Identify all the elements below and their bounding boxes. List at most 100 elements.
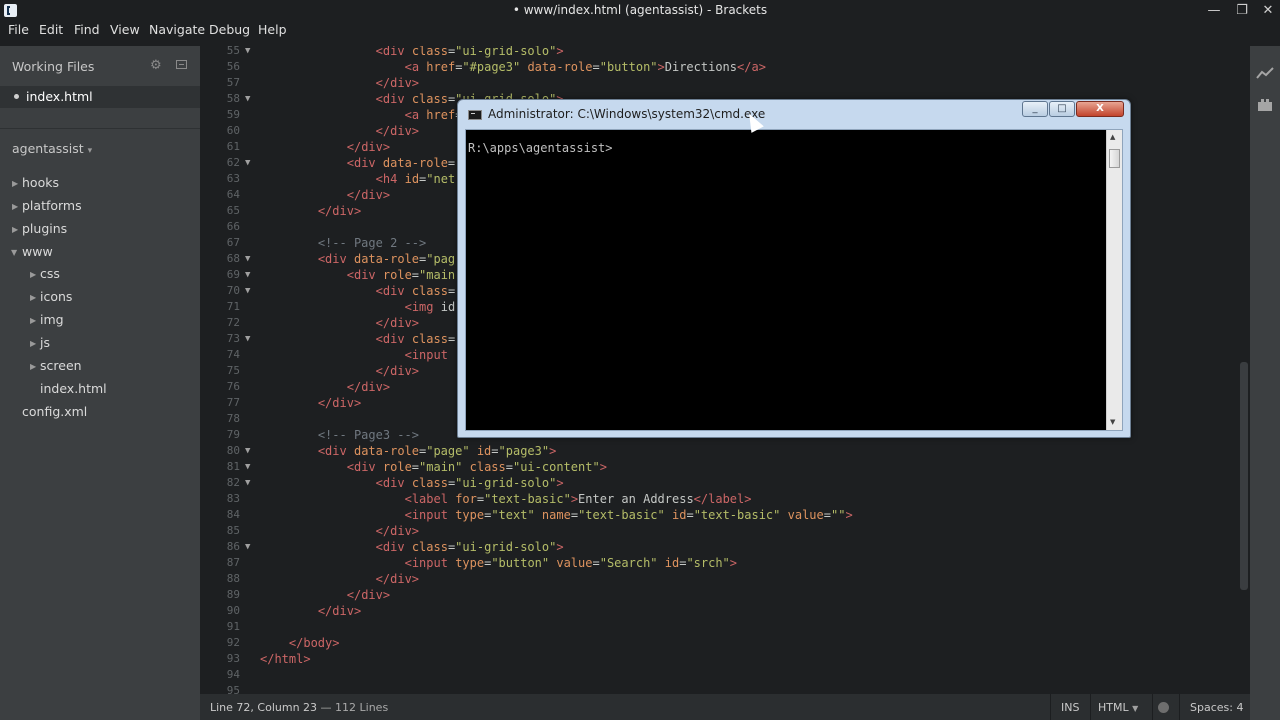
code-line[interactable]: 55 ▼ <div class="ui-grid-solo"> [200, 46, 1250, 59]
caret-down-icon: ▼ [1132, 704, 1139, 713]
menu-edit[interactable]: Edit [39, 22, 63, 46]
code-text: </body> [288, 636, 340, 650]
menu-help[interactable]: Help [258, 22, 287, 46]
project-dropdown[interactable]: agentassist ▾ [12, 141, 92, 156]
language-label: HTML [1098, 701, 1129, 714]
code-text: <div data-role="pag [317, 252, 456, 266]
fold-toggle-icon[interactable]: ▼ [245, 251, 250, 267]
menu-file[interactable]: File [8, 22, 29, 46]
fold-toggle-icon[interactable]: ▼ [245, 459, 250, 475]
tree-folder-hooks[interactable]: hooks [22, 175, 59, 190]
menu-view[interactable]: View [110, 22, 140, 46]
menu-navigate[interactable]: Navigate [149, 22, 205, 46]
code-text: </div> [346, 140, 391, 154]
caret-right-icon[interactable]: ▶ [12, 202, 18, 211]
lint-status-icon[interactable] [1158, 702, 1169, 713]
cmd-scroll-thumb[interactable] [1109, 149, 1120, 168]
code-line[interactable]: 89 </div> [200, 587, 1250, 603]
code-line[interactable]: 95 [200, 683, 1250, 694]
cmd-maximize-button[interactable]: □ [1049, 101, 1075, 117]
tree-folder-icons[interactable]: icons [40, 289, 72, 304]
split-view-icon[interactable] [176, 60, 187, 69]
live-preview-icon[interactable] [1256, 66, 1274, 80]
code-line[interactable]: 85 </div> [200, 523, 1250, 539]
close-button[interactable]: ✕ [1254, 2, 1280, 20]
caret-right-icon[interactable]: ▶ [12, 179, 18, 188]
code-line[interactable]: 88 </div> [200, 571, 1250, 587]
caret-down-icon[interactable]: ▼ [11, 248, 17, 257]
cmd-close-button[interactable]: X [1076, 101, 1124, 117]
code-line[interactable]: 56 <a href="#page3" data-role="button">Di… [200, 59, 1250, 75]
code-line[interactable]: 92 </body> [200, 635, 1250, 651]
tree-folder-screen[interactable]: screen [40, 358, 82, 373]
tree-folder-www[interactable]: www [22, 244, 53, 259]
code-line[interactable]: 82 ▼ <div class="ui-grid-solo"> [200, 475, 1250, 491]
code-text: <img id [404, 300, 456, 314]
code-line[interactable]: 87 <input type="button" value="Search" id… [200, 555, 1250, 571]
caret-right-icon[interactable]: ▶ [30, 362, 36, 371]
cmd-scrollbar[interactable]: ▲ ▼ [1106, 130, 1122, 430]
fold-toggle-icon[interactable]: ▼ [245, 475, 250, 491]
code-text: <div class="ui-grid-solo"> [375, 46, 564, 58]
fold-toggle-icon[interactable]: ▼ [245, 331, 250, 347]
insert-mode-toggle[interactable]: INS [1061, 701, 1079, 714]
menu-find[interactable]: Find [74, 22, 100, 46]
fold-toggle-icon[interactable]: ▼ [245, 443, 250, 459]
code-line[interactable]: 57 </div> [200, 75, 1250, 91]
menu-bar: File Edit Find View Navigate Debug Help [0, 22, 1280, 46]
line-number: 62 [226, 156, 240, 169]
fold-toggle-icon[interactable]: ▼ [245, 155, 250, 171]
cursor-position: Line 72, Column 23 — 112 Lines [210, 701, 388, 714]
code-line[interactable]: 94 [200, 667, 1250, 683]
editor-scroll-thumb[interactable] [1240, 362, 1248, 590]
line-number: 75 [226, 364, 240, 377]
right-toolbar [1250, 46, 1280, 720]
code-line[interactable]: 83 <label for="text-basic">Enter an Addre… [200, 491, 1250, 507]
tree-folder-img[interactable]: img [40, 312, 64, 327]
fold-toggle-icon[interactable]: ▼ [245, 283, 250, 299]
caret-right-icon[interactable]: ▶ [30, 339, 36, 348]
code-text: </div> [317, 396, 362, 410]
code-line[interactable]: 80 ▼ <div data-role="page" id="page3"> [200, 443, 1250, 459]
code-line[interactable]: 93 </html> [200, 651, 1250, 667]
code-line[interactable]: 91 [200, 619, 1250, 635]
maximize-button[interactable]: ❐ [1228, 2, 1256, 20]
code-line[interactable]: 81 ▼ <div role="main" class="ui-content"> [200, 459, 1250, 475]
cmd-title-bar[interactable]: Administrator: C:\Windows\system32\cmd.e… [458, 100, 1130, 128]
fold-toggle-icon[interactable]: ▼ [245, 91, 250, 107]
cmd-minimize-button[interactable]: _ [1022, 101, 1048, 117]
extension-manager-icon[interactable] [1256, 98, 1274, 112]
language-selector[interactable]: HTML ▼ [1098, 701, 1138, 714]
code-text: </html> [260, 652, 311, 666]
tree-file-config-xml[interactable]: config.xml [22, 404, 87, 419]
code-text: </div> [317, 604, 362, 618]
sidebar-divider [0, 128, 200, 129]
caret-right-icon[interactable]: ▶ [30, 293, 36, 302]
cmd-window[interactable]: Administrator: C:\Windows\system32\cmd.e… [457, 99, 1131, 438]
cmd-console[interactable]: R:\apps\agentassist> ▲ ▼ [465, 129, 1123, 431]
minimize-button[interactable]: — [1200, 2, 1228, 20]
scroll-down-icon[interactable]: ▼ [1110, 418, 1115, 426]
tree-folder-platforms[interactable]: platforms [22, 198, 82, 213]
menu-debug[interactable]: Debug [209, 22, 250, 46]
code-line[interactable]: 90 </div> [200, 603, 1250, 619]
tree-folder-css[interactable]: css [40, 266, 60, 281]
gear-icon[interactable]: ⚙ [150, 58, 162, 73]
fold-toggle-icon[interactable]: ▼ [245, 539, 250, 555]
caret-right-icon[interactable]: ▶ [30, 316, 36, 325]
line-number: 89 [226, 588, 240, 601]
tree-file-index-html[interactable]: index.html [40, 381, 107, 396]
tree-folder-js[interactable]: js [40, 335, 50, 350]
caret-right-icon[interactable]: ▶ [30, 270, 36, 279]
code-line[interactable]: 84 <input type="text" name="text-basic" i… [200, 507, 1250, 523]
line-number: 64 [226, 188, 240, 201]
working-file-index-html[interactable]: index.html [26, 89, 93, 104]
code-line[interactable]: 86 ▼ <div class="ui-grid-solo"> [200, 539, 1250, 555]
tree-folder-plugins[interactable]: plugins [22, 221, 67, 236]
indent-setting[interactable]: Spaces: 4 [1190, 701, 1243, 714]
fold-toggle-icon[interactable]: ▼ [245, 267, 250, 283]
caret-right-icon[interactable]: ▶ [12, 225, 18, 234]
fold-toggle-icon[interactable]: ▼ [245, 46, 250, 59]
status-separator [1179, 694, 1180, 720]
scroll-up-icon[interactable]: ▲ [1110, 133, 1115, 141]
